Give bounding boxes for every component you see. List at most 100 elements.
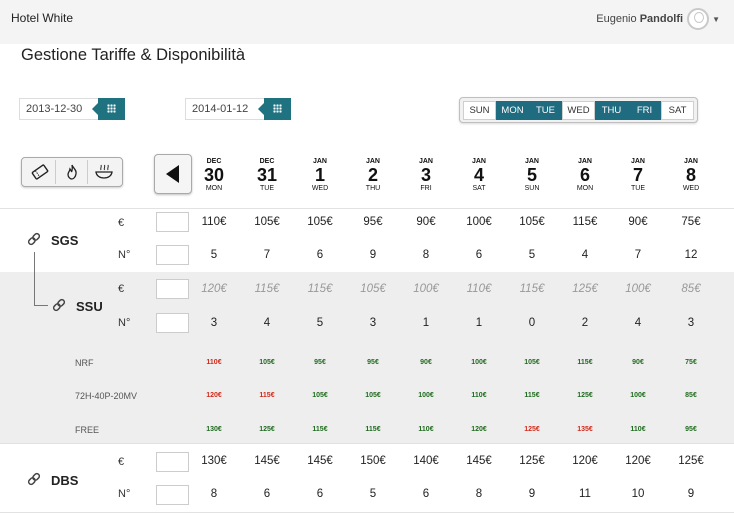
top-bar: Hotel White Eugenio Pandolfi ▼ [0, 0, 734, 44]
page-title: Gestione Tariffe & Disponibilità [21, 46, 246, 64]
prev-week-button[interactable] [154, 154, 192, 194]
ssu-price-cell: 85€ [681, 283, 701, 295]
dbs-qty-cell: 8 [475, 488, 483, 500]
ssu-qty-cell: 3 [687, 317, 695, 329]
calendar-icon [273, 104, 282, 113]
rate-plan-name: 72H-40P-20MV [75, 391, 138, 401]
food-tool-button[interactable] [88, 160, 120, 184]
sgs-qty-cell: 6 [316, 249, 324, 261]
date-weekday: MON [576, 185, 594, 192]
user-menu[interactable]: Eugenio Pandolfi ▼ [596, 6, 720, 32]
rate-plan-cell: 95€ [367, 359, 379, 366]
day-toggle-thu[interactable]: THU [595, 101, 628, 120]
dbs-price-input[interactable] [156, 452, 189, 472]
date-column: DEC 30 MON [189, 157, 239, 193]
dbs-price-cell: 125€ [678, 455, 704, 467]
day-toggle-sun[interactable]: SUN [463, 101, 496, 120]
rate-plan-cell: 100€ [630, 392, 646, 399]
day-toggle-tue[interactable]: TUE [529, 101, 562, 120]
ticket-tool-button[interactable] [24, 160, 56, 184]
day-toggle-fri[interactable]: FRI [628, 101, 661, 120]
rate-plan-cell: 115€ [577, 359, 593, 366]
sgs-price-cell: 105€ [307, 216, 333, 228]
dbs-qty-cell: 5 [369, 488, 377, 500]
link-icon [27, 232, 41, 246]
rate-plan-cell: 125€ [577, 392, 593, 399]
ticket-icon [31, 164, 48, 180]
sgs-price-cell: 105€ [519, 216, 545, 228]
divider [0, 208, 734, 209]
room-name-sgs: SGS [51, 233, 79, 248]
sgs-price-cell: 105€ [254, 216, 280, 228]
dbs-price-cell: 145€ [307, 455, 333, 467]
ssu-qty-cell: 5 [316, 317, 324, 329]
qty-label: N° [118, 317, 131, 329]
date-to-input[interactable] [185, 98, 264, 120]
dbs-qty-cell: 6 [422, 488, 430, 500]
date-from-picker[interactable] [19, 98, 125, 120]
date-from-input[interactable] [19, 98, 98, 120]
link-icon [27, 472, 41, 486]
link-icon [52, 298, 66, 312]
food-bowl-icon [95, 164, 113, 179]
tree-connector [34, 305, 48, 306]
flame-tool-button[interactable] [56, 160, 88, 184]
date-column: JAN 6 MON [560, 157, 610, 193]
dbs-price-cell: 140€ [413, 455, 439, 467]
sgs-qty-cell: 6 [475, 249, 483, 261]
app-title: Hotel White [11, 11, 74, 25]
sgs-price-input[interactable] [156, 212, 189, 232]
sgs-price-cell: 90€ [628, 216, 648, 228]
ssu-qty-cell: 4 [634, 317, 642, 329]
sgs-qty-cell: 4 [581, 249, 589, 261]
sgs-qty-input[interactable] [156, 245, 189, 265]
date-weekday: WED [682, 185, 700, 192]
date-day: 31 [256, 165, 278, 185]
day-toggle-mon[interactable]: MON [496, 101, 529, 120]
day-toggle-wed[interactable]: WED [562, 101, 595, 120]
date-day: 3 [420, 165, 431, 185]
ssu-qty-input[interactable] [156, 313, 189, 333]
qty-label: N° [118, 249, 131, 261]
rate-plan-cell: 90€ [632, 359, 644, 366]
ssu-qty-cell: 0 [528, 317, 536, 329]
date-to-picker[interactable] [185, 98, 291, 120]
date-weekday: SAT [472, 185, 486, 192]
qty-label: N° [118, 488, 131, 500]
price-label: € [118, 456, 125, 468]
ssu-price-cell: 115€ [519, 283, 545, 295]
ssu-qty-cell: 3 [369, 317, 377, 329]
rate-plan-cell: 115€ [259, 392, 275, 399]
rate-plan-cell: 95€ [685, 426, 697, 433]
avatar[interactable] [687, 8, 710, 30]
ssu-price-cell: 125€ [572, 283, 598, 295]
rate-plan-cell: 115€ [365, 426, 381, 433]
calendar-from-button[interactable] [92, 98, 125, 120]
chevron-down-icon[interactable]: ▼ [712, 15, 720, 24]
ssu-qty-cell: 1 [422, 317, 430, 329]
price-label: € [118, 283, 125, 295]
date-day: 4 [473, 165, 484, 185]
dbs-qty-cell: 8 [210, 488, 218, 500]
day-toggle-sat[interactable]: SAT [661, 101, 694, 120]
rate-plan-cell: 135€ [577, 426, 593, 433]
sgs-price-cell: 100€ [466, 216, 492, 228]
date-weekday: THU [365, 185, 381, 192]
ssu-price-cell: 105€ [360, 283, 386, 295]
rate-plan-cell: 85€ [685, 392, 697, 399]
calendar-icon [107, 104, 116, 113]
sgs-qty-cell: 12 [684, 249, 698, 261]
dbs-qty-cell: 9 [687, 488, 695, 500]
ssu-price-cell: 110€ [466, 283, 492, 295]
ssu-price-input[interactable] [156, 279, 189, 299]
dbs-qty-input[interactable] [156, 485, 189, 505]
date-day: 5 [526, 165, 537, 185]
date-day: 8 [685, 165, 696, 185]
dbs-qty-cell: 6 [263, 488, 271, 500]
sgs-qty-cell: 7 [634, 249, 642, 261]
calendar-to-button[interactable] [258, 98, 291, 120]
ssu-price-cell: 120€ [201, 283, 227, 295]
date-column: JAN 5 SUN [507, 157, 557, 193]
rate-plan-cell: 120€ [206, 392, 222, 399]
dbs-price-cell: 125€ [519, 455, 545, 467]
